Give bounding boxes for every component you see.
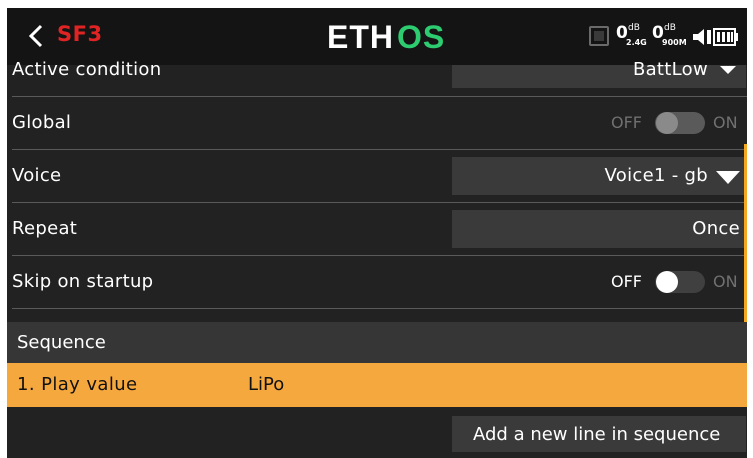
voice-value: Voice1 - gb xyxy=(604,165,708,186)
sequence-header: Sequence xyxy=(7,322,747,363)
row-repeat: Repeat Once xyxy=(7,203,747,255)
add-line-label: Add a new line in sequence xyxy=(473,424,721,445)
repeat-label: Repeat xyxy=(12,218,78,239)
skip-on-startup-toggle[interactable]: OFF ON xyxy=(611,270,743,294)
row-voice: Voice Voice1 - gb xyxy=(7,150,747,202)
ethos-logo: ETH OS xyxy=(327,19,445,54)
header-bar: SF3 ETH OS 0 dB 2.4G 0 dB 900M xyxy=(7,8,747,65)
chevron-down-icon xyxy=(716,171,740,184)
global-on-label: ON xyxy=(713,113,738,132)
active-condition-dropdown[interactable]: BattLow xyxy=(452,59,746,88)
skip-on-startup-on-label: ON xyxy=(713,272,738,291)
voice-dropdown[interactable]: Voice1 - gb xyxy=(452,157,746,195)
sequence-line-label: 1. Play value xyxy=(17,374,138,395)
speaker-icon xyxy=(693,29,711,45)
status-area: 0 dB 2.4G 0 dB 900M xyxy=(589,21,739,53)
active-condition-label: Active condition xyxy=(12,59,162,80)
sequence-line-value: LiPo xyxy=(248,374,285,395)
global-toggle-knob xyxy=(656,112,678,134)
skip-on-startup-off-label: OFF xyxy=(611,272,642,291)
battery-icon xyxy=(713,28,738,46)
screen-title: SF3 xyxy=(57,22,103,46)
rssi-2-4g-band: 2.4G xyxy=(626,38,647,47)
divider xyxy=(12,308,747,309)
repeat-field[interactable]: Once xyxy=(452,210,746,248)
add-line-button[interactable]: Add a new line in sequence xyxy=(452,416,746,452)
skip-on-startup-toggle-knob xyxy=(656,271,678,293)
global-label: Global xyxy=(12,112,72,133)
module-icon xyxy=(589,26,609,46)
rssi-900m-band: 900M xyxy=(662,38,687,47)
chevron-down-icon xyxy=(720,66,736,74)
row-skip-on-startup: Skip on startup OFF ON xyxy=(7,256,747,308)
row-active-condition: Active condition BattLow xyxy=(7,59,747,96)
rssi-900m-unit: dB xyxy=(664,23,676,33)
row-global: Global OFF ON xyxy=(7,97,747,149)
global-toggle[interactable]: OFF ON xyxy=(611,111,743,135)
chevron-left-icon xyxy=(28,24,43,48)
rssi-2-4g-unit: dB xyxy=(628,23,640,33)
repeat-value: Once xyxy=(692,218,740,239)
rssi-900m: 0 dB 900M xyxy=(652,23,690,51)
svg-text:OS: OS xyxy=(397,19,445,54)
screen: SF3 ETH OS 0 dB 2.4G 0 dB 900M Active co… xyxy=(7,8,747,458)
voice-label: Voice xyxy=(12,165,62,186)
sequence-title: Sequence xyxy=(17,332,106,353)
sequence-line[interactable]: 1. Play value LiPo xyxy=(7,363,747,407)
svg-text:ETH: ETH xyxy=(327,19,394,54)
global-off-label: OFF xyxy=(611,113,642,132)
skip-on-startup-label: Skip on startup xyxy=(12,271,154,292)
rssi-2-4g: 0 dB 2.4G xyxy=(616,23,652,51)
active-condition-value: BattLow xyxy=(632,59,708,80)
